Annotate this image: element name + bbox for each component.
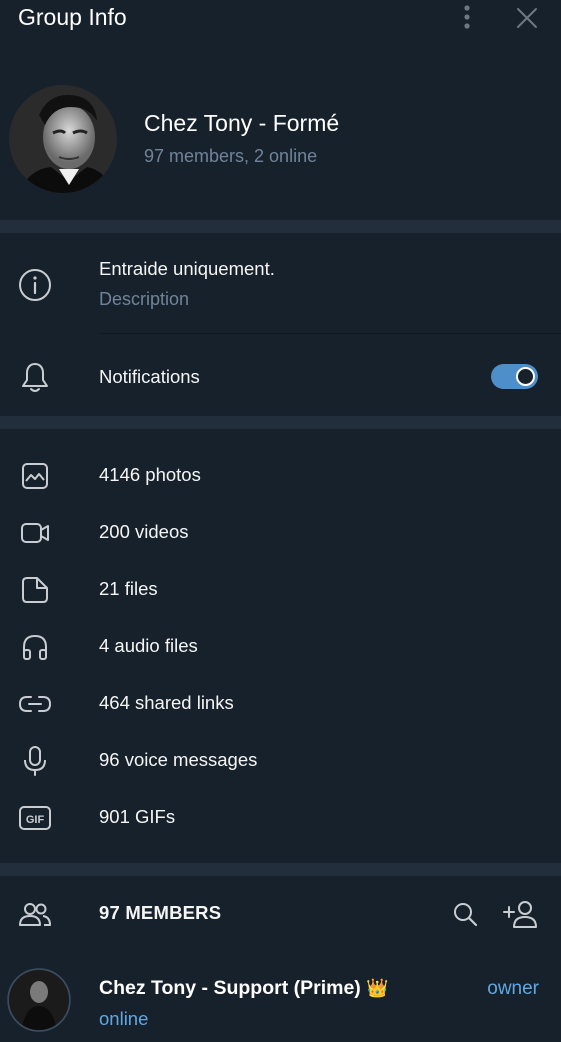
media-row-videos[interactable]: 200 videos <box>99 521 188 543</box>
search-icon[interactable] <box>450 899 480 929</box>
group-avatar[interactable] <box>9 85 117 193</box>
member-name: Chez Tony - Support (Prime) 👑 <box>99 977 389 1000</box>
gif-icon: GIF <box>17 800 53 836</box>
section-separator <box>0 220 561 233</box>
microphone-icon <box>17 743 53 779</box>
close-icon[interactable] <box>513 4 541 32</box>
group-name: Chez Tony - Formé <box>144 110 340 136</box>
member-status: online <box>99 1008 149 1029</box>
video-icon <box>17 515 53 551</box>
section-separator <box>0 863 561 876</box>
headphones-icon <box>17 629 53 665</box>
notifications-toggle[interactable] <box>491 364 538 389</box>
file-icon <box>17 572 53 608</box>
crown-icon: 👑 <box>366 978 389 998</box>
divider <box>99 333 561 334</box>
toggle-knob <box>516 367 535 386</box>
media-row-audio[interactable]: 4 audio files <box>99 635 198 657</box>
add-member-icon[interactable] <box>502 898 538 930</box>
svg-text:GIF: GIF <box>26 814 45 826</box>
member-name-text: Chez Tony - Support (Prime) <box>99 977 361 999</box>
photo-icon <box>17 458 53 494</box>
page-title: Group Info <box>18 4 127 30</box>
media-row-voice[interactable]: 96 voice messages <box>99 749 257 771</box>
group-members-count: 97 members, 2 online <box>144 146 318 166</box>
notifications-label: Notifications <box>99 366 200 387</box>
media-row-gifs[interactable]: 901 GIFs <box>99 806 175 828</box>
members-title: 97 MEMBERS <box>99 902 222 923</box>
description-label: Description <box>99 289 190 309</box>
media-row-links[interactable]: 464 shared links <box>99 692 234 714</box>
media-row-files[interactable]: 21 files <box>99 578 158 600</box>
section-separator <box>0 416 561 429</box>
media-row-photos[interactable]: 4146 photos <box>99 464 201 486</box>
link-icon <box>17 686 53 722</box>
member-avatar <box>7 968 71 1032</box>
vertical-dots-icon[interactable] <box>455 2 479 32</box>
member-role-badge: owner <box>487 978 539 999</box>
members-icon <box>17 896 53 932</box>
description-text: Entraide uniquement. <box>99 258 275 279</box>
bell-icon <box>17 359 53 395</box>
info-icon <box>17 267 53 303</box>
